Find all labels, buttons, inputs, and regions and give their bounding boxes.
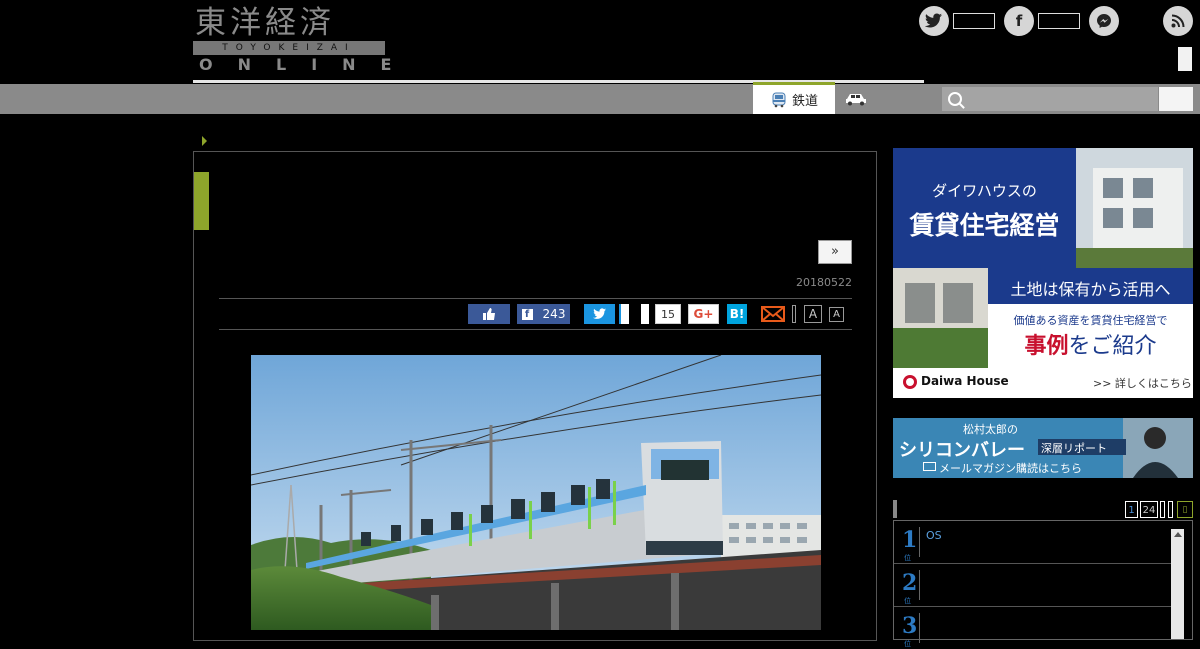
- car-icon: [846, 94, 866, 106]
- ranking-number: 1: [902, 527, 918, 553]
- logo-kanji: 東洋経済: [195, 5, 335, 41]
- font-size-small-button[interactable]: A: [829, 307, 844, 322]
- facebook-count-box: [1038, 13, 1080, 29]
- thumbs-up-icon: [483, 308, 495, 320]
- mail-icon: [761, 306, 785, 322]
- facebook-share-count: 243: [542, 307, 566, 321]
- publish-date: 20180522: [796, 276, 852, 289]
- page-scrollbar[interactable]: [1178, 47, 1192, 71]
- google-plus-share-button[interactable]: G+: [688, 304, 719, 324]
- ranking-title[interactable]: OS: [926, 529, 942, 542]
- twitter-count-bubble: [619, 304, 629, 324]
- mail-share-button[interactable]: [761, 304, 785, 324]
- ranking-item[interactable]: 2 位: [894, 564, 1172, 607]
- ranking-number: 3: [902, 613, 918, 639]
- ad1-brand: Daiwa House: [921, 374, 1009, 388]
- twitter-bird-icon: [592, 308, 606, 319]
- print-button[interactable]: [792, 305, 796, 323]
- ranking-suffix: 位: [904, 554, 911, 562]
- ad2-cta: メールマガジン購読はこちら: [939, 462, 1082, 475]
- twitter-count-box: [953, 13, 995, 29]
- ad1-subline3-highlight: 事例: [1024, 333, 1069, 359]
- ranking-tab-3[interactable]: [1160, 501, 1165, 518]
- site-logo[interactable]: 東洋経済 TOYOKEIZAI ONLINE: [193, 5, 391, 74]
- ad1-subline3-rest: をご紹介: [1068, 334, 1157, 359]
- share-bottom-rule: [219, 329, 852, 330]
- ranking-tab-1[interactable]: 1: [1125, 501, 1138, 518]
- ranking-divider: [919, 613, 920, 643]
- rss-icon[interactable]: [1163, 6, 1193, 36]
- ranking-suffix: 位: [904, 597, 911, 605]
- ranking-suffix: 位: [904, 640, 911, 648]
- article-photo: [251, 355, 821, 630]
- ranking-list: 1 位 OS 2 位 3 位: [893, 520, 1193, 648]
- next-page-button[interactable]: »: [818, 240, 852, 264]
- breadcrumb-arrow-icon: [202, 136, 207, 146]
- hatena-count-bubble: 15: [655, 304, 681, 324]
- ad1-headline-large: 賃貸住宅経営: [909, 211, 1060, 240]
- ranking-scrollbar[interactable]: [1171, 529, 1184, 639]
- scroll-up-icon[interactable]: [1174, 532, 1182, 537]
- hatena-bookmark-button[interactable]: B!: [727, 304, 747, 324]
- messenger-icon[interactable]: [1089, 6, 1119, 36]
- daiwa-house-ad[interactable]: ダイワハウスの 賃貸住宅経営 土地は保有から活用へ 価値ある資産を賃貸住宅経営で…: [893, 148, 1193, 398]
- ad2-title: シリコンバレー: [899, 440, 1025, 461]
- twitter-share-button[interactable]: [584, 304, 615, 324]
- facebook-like-button[interactable]: [468, 304, 510, 324]
- twitter-icon[interactable]: [919, 6, 949, 36]
- ranking-divider: [919, 570, 920, 600]
- facebook-share-button[interactable]: f 243: [517, 304, 570, 324]
- tab-railway[interactable]: 鉄道: [753, 82, 835, 114]
- hatena-count-stub: [641, 304, 649, 324]
- tab-car[interactable]: [836, 84, 876, 114]
- ad1-subline3: 事例をご紹介: [988, 328, 1193, 360]
- share-top-rule: [219, 298, 852, 299]
- facebook-share-icon: f: [521, 308, 533, 320]
- ad1-subline: 土地は保有から活用へ: [1010, 280, 1171, 299]
- ad2-mail-icon: [923, 462, 936, 471]
- ranking-item[interactable]: 3 位: [894, 607, 1172, 649]
- newsletter-ad[interactable]: 松村太郎の シリコンバレー 深層リポート メールマガジン購読はこちら: [893, 418, 1193, 478]
- ranking-divider: [919, 527, 920, 557]
- ranking-number: 2: [902, 570, 918, 596]
- ad1-link[interactable]: >> 詳しくはこちら: [1093, 375, 1192, 391]
- ranking-item[interactable]: 1 位 OS: [894, 521, 1172, 564]
- logo-online: ONLINE: [199, 55, 417, 74]
- ad1-subline2: 価値ある資産を賃貸住宅経営で: [1013, 314, 1168, 327]
- search-input[interactable]: [942, 87, 1158, 111]
- ranking-list-icon[interactable]: ▯: [1177, 501, 1193, 518]
- ad2-author: 松村太郎の: [963, 423, 1018, 436]
- font-size-large-button[interactable]: A: [804, 305, 822, 323]
- search-icon: [948, 92, 962, 106]
- train-icon: [772, 92, 786, 107]
- facebook-icon[interactable]: f: [1004, 6, 1034, 36]
- title-accent-bar: [194, 172, 209, 230]
- ad1-headline-small: ダイワハウスの: [932, 182, 1037, 200]
- logo-band: TOYOKEIZAI: [193, 41, 385, 55]
- search-button[interactable]: [1159, 87, 1193, 111]
- tab-railway-label: 鉄道: [791, 94, 818, 109]
- ranking-header-accent: [893, 500, 897, 518]
- ranking-tab-24[interactable]: 24: [1140, 501, 1158, 518]
- ranking-tab-4[interactable]: [1168, 501, 1173, 518]
- ad2-title-badge: 深層リポート: [1041, 442, 1107, 455]
